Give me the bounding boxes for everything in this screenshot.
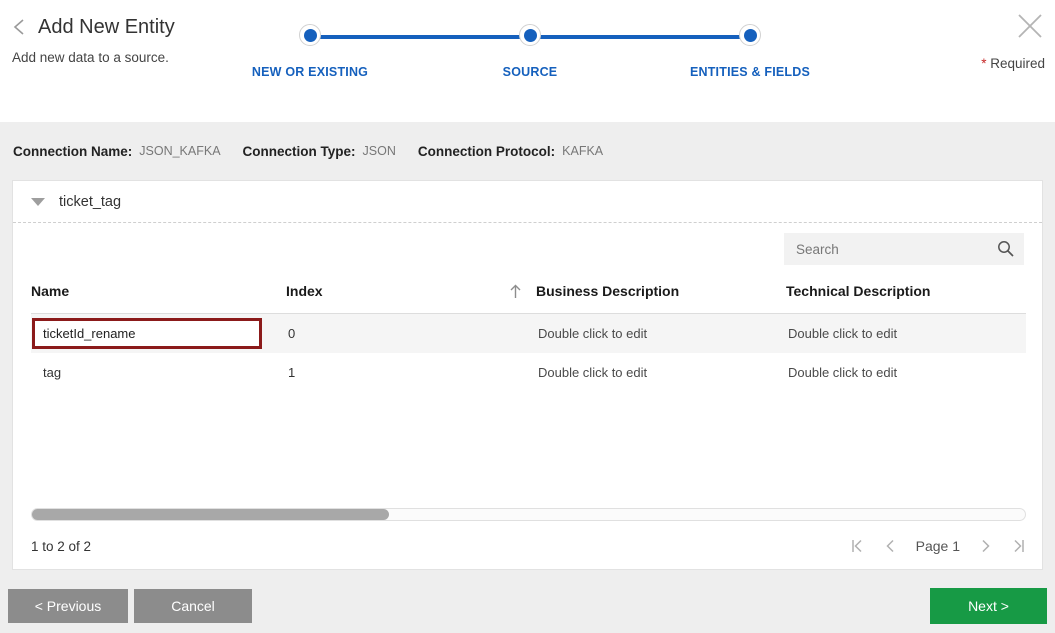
fields-table-head: Name Index Business Description Technica…	[31, 275, 1026, 314]
pagination-count: 1 to 2 of 2	[31, 538, 92, 554]
entity-panel-title: ticket_tag	[59, 193, 122, 210]
chevron-down-icon[interactable]	[31, 197, 45, 206]
cell-name[interactable]	[31, 313, 286, 353]
last-page-icon[interactable]	[1011, 538, 1026, 554]
stepper-dot-source[interactable]	[519, 24, 541, 46]
column-header-business-description[interactable]: Business Description	[536, 275, 786, 314]
column-header-technical-description[interactable]: Technical Description	[786, 275, 1026, 314]
cell-business-description-value: Double click to edit	[538, 364, 648, 380]
connection-name-label: Connection Name:	[13, 143, 133, 159]
previous-button[interactable]: < Previous	[8, 589, 128, 623]
stepper-label-entities-fields[interactable]: ENTITIES & FIELDS	[690, 65, 810, 79]
cell-index-value: 1	[288, 364, 296, 380]
stepper-dot-new-or-existing[interactable]	[299, 24, 321, 46]
search-box[interactable]	[784, 233, 1024, 265]
cell-technical-description-value: Double click to edit	[788, 325, 898, 341]
fields-table-body: 0 Double click to edit Double click to e…	[31, 313, 1026, 392]
connection-protocol-label: Connection Protocol:	[417, 143, 556, 159]
horizontal-scrollbar[interactable]	[31, 508, 1026, 521]
search-row	[13, 223, 1042, 275]
pagination-controls: Page 1	[850, 538, 1026, 554]
connection-name-value: JSON_KAFKA	[139, 144, 221, 158]
pagination-bar: 1 to 2 of 2 Page 1	[13, 531, 1044, 561]
cell-index: 0	[286, 313, 536, 353]
cell-index-value: 0	[288, 325, 296, 341]
fields-table: Name Index Business Description Technica…	[31, 275, 1026, 392]
field-name-input[interactable]	[32, 317, 262, 349]
cell-business-description-value: Double click to edit	[538, 325, 648, 341]
cell-name[interactable]: tag	[31, 352, 286, 392]
wizard-stepper: NEW OR EXISTING SOURCE ENTITIES & FIELDS	[252, 24, 810, 85]
connection-protocol-value: KAFKA	[562, 144, 604, 158]
column-header-name[interactable]: Name	[31, 275, 286, 314]
page-header: Add New Entity Add new data to a source.…	[0, 0, 1055, 122]
connection-info-bar: Connection Name: JSON_KAFKA Connection T…	[0, 122, 1055, 180]
cell-technical-description[interactable]: Double click to edit	[786, 313, 1026, 353]
entity-panel-header[interactable]: ticket_tag	[13, 181, 1042, 223]
page-subtitle: Add new data to a source.	[12, 50, 169, 65]
close-icon[interactable]	[1015, 11, 1045, 41]
wizard-footer: < Previous Cancel Next >	[0, 578, 1055, 633]
table-row[interactable]: 0 Double click to edit Double click to e…	[31, 313, 1026, 353]
cell-technical-description[interactable]: Double click to edit	[786, 352, 1026, 392]
cell-business-description[interactable]: Double click to edit	[536, 313, 786, 353]
cell-name-value: tag	[43, 364, 62, 380]
sort-ascending-arrow-icon[interactable]	[509, 284, 522, 299]
cell-business-description[interactable]: Double click to edit	[536, 352, 786, 392]
required-label: Required	[986, 56, 1045, 71]
back-chevron-icon[interactable]	[11, 18, 29, 36]
next-page-icon[interactable]	[978, 538, 993, 554]
fields-table-wrapper: Name Index Business Description Technica…	[13, 275, 1042, 392]
cancel-button[interactable]: Cancel	[134, 589, 252, 623]
column-header-index-label: Index	[286, 283, 323, 299]
horizontal-scrollbar-thumb[interactable]	[32, 509, 390, 520]
connection-type-label: Connection Type:	[242, 143, 356, 159]
entity-panel: ticket_tag Name Index	[12, 180, 1043, 570]
table-header-row: Name Index Business Description Technica…	[31, 275, 1026, 314]
cell-technical-description-value: Double click to edit	[788, 364, 898, 380]
search-input[interactable]	[784, 233, 1024, 265]
previous-page-icon[interactable]	[883, 538, 898, 554]
first-page-icon[interactable]	[850, 538, 865, 554]
page-title: Add New Entity	[38, 16, 175, 38]
next-button[interactable]: Next >	[930, 588, 1047, 624]
stepper-label-new-or-existing[interactable]: NEW OR EXISTING	[252, 65, 368, 79]
table-row[interactable]: tag 1 Double click to edit Double click …	[31, 352, 1026, 392]
pagination-page-label: Page 1	[915, 538, 960, 554]
required-note: * Required	[981, 56, 1045, 71]
stepper-label-source[interactable]: SOURCE	[503, 65, 558, 79]
cell-index: 1	[286, 352, 536, 392]
column-header-index[interactable]: Index	[286, 275, 536, 314]
connection-type-value: JSON	[362, 144, 396, 158]
search-icon[interactable]	[997, 240, 1014, 257]
stepper-dot-entities-fields[interactable]	[739, 24, 761, 46]
